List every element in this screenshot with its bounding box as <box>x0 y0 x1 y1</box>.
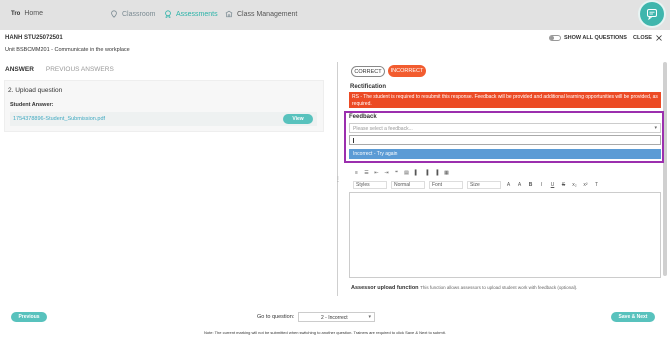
nav-home[interactable]: Tro Home <box>11 10 43 17</box>
show-all-toggle[interactable] <box>549 35 561 41</box>
nav-classroom[interactable]: Classroom <box>110 10 155 18</box>
text-color-icon[interactable]: A <box>505 182 512 188</box>
footer-note: Note: The current marking will not be su… <box>204 330 446 335</box>
close-icon <box>656 35 662 41</box>
text-cursor <box>353 138 354 143</box>
bold-icon[interactable]: B <box>527 182 534 188</box>
correct-button[interactable]: CORRECT <box>351 66 385 77</box>
feedback-search-input[interactable] <box>349 135 661 145</box>
rectification-label: Rectification <box>350 84 387 90</box>
chat-icon <box>647 9 657 20</box>
nav-assessments-label: Assessments <box>176 10 218 18</box>
drag-handle-icon[interactable]: ⋮ <box>335 176 341 183</box>
brand-logo: Tro <box>11 10 21 17</box>
outdent-icon[interactable]: ⇤ <box>373 170 380 176</box>
chat-button[interactable] <box>640 2 664 26</box>
italic-icon[interactable]: I <box>538 182 545 188</box>
feedback-editor[interactable] <box>349 192 661 278</box>
rectification-alert: RS - The student is required to resubmit… <box>349 92 661 108</box>
superscript-icon[interactable]: x² <box>582 182 589 188</box>
feedback-option[interactable]: Incorrect - Try again <box>349 149 661 159</box>
background-color-icon[interactable]: A <box>516 182 523 188</box>
nav-class-management[interactable]: Class Management <box>225 10 297 18</box>
assessor-upload: Assessor upload function This function a… <box>351 285 577 291</box>
align-center-icon[interactable]: ▐ <box>423 170 430 176</box>
font-dropdown[interactable]: Font <box>429 181 463 189</box>
student-answer-label: Student Answer: <box>10 102 54 108</box>
assessor-desc: This function allows assessors to upload… <box>420 285 578 290</box>
footer <box>0 300 670 344</box>
view-button[interactable]: View <box>283 114 313 124</box>
tab-answer[interactable]: ANSWER <box>5 66 34 73</box>
format-label: Normal <box>394 182 411 188</box>
align-right-icon[interactable]: ▐ <box>433 170 440 176</box>
nav-assessments[interactable]: Assessments <box>164 10 218 18</box>
remove-format-icon[interactable]: T <box>593 182 600 188</box>
answer-tabs: ANSWER PREVIOUS ANSWERS <box>5 66 114 73</box>
save-next-button[interactable]: Save & Next <box>611 312 655 322</box>
feedback-label: Feedback <box>349 114 377 120</box>
tab-previous-answers[interactable]: PREVIOUS ANSWERS <box>46 66 114 73</box>
nav-classroom-label: Classroom <box>122 10 156 18</box>
size-dropdown[interactable]: Size <box>467 181 501 189</box>
previous-button[interactable]: Previous <box>11 312 47 322</box>
div-container-icon[interactable]: ▤ <box>403 170 410 176</box>
location-pin-icon <box>111 10 117 18</box>
top-nav-bar <box>0 0 670 30</box>
chevron-down-icon: ▾ <box>654 125 657 131</box>
align-justify-icon[interactable]: ▦ <box>443 170 450 176</box>
nav-class-management-label: Class Management <box>237 10 298 18</box>
unit-title: Unit BSBCMM201 - Communicate in the work… <box>5 47 130 53</box>
font-label: Font <box>432 182 443 188</box>
school-icon <box>225 10 233 18</box>
bulleted-list-icon[interactable]: ☰ <box>363 170 370 176</box>
show-all-label: SHOW ALL QUESTIONS <box>564 35 627 41</box>
styles-dropdown[interactable]: Styles <box>353 181 387 189</box>
close-button[interactable]: CLOSE <box>633 35 662 41</box>
styles-label: Styles <box>356 182 370 188</box>
subscript-icon[interactable]: x₂ <box>571 182 578 188</box>
editor-toolbar-row1: ≡ ☰ ⇤ ⇥ ❝ ▤ ▌ ▐ ▐ ▦ <box>349 168 661 177</box>
submission-file-link[interactable]: 1754378896-Student_Submission.pdf <box>13 116 105 122</box>
goto-question-select[interactable]: 2 - Incorrect ▾ <box>298 312 375 322</box>
goto-label: Go to question: <box>257 314 295 320</box>
underline-icon[interactable]: U <box>549 182 556 188</box>
editor-toolbar-row2: Styles Normal Font Size A A B I U S x₂ x… <box>349 180 661 190</box>
close-label: CLOSE <box>633 35 652 41</box>
strikethrough-icon[interactable]: S <box>560 182 567 188</box>
size-label: Size <box>470 182 480 188</box>
question-title: 2. Upload question <box>8 87 63 94</box>
overlay-dim <box>0 0 670 30</box>
blockquote-icon[interactable]: ❝ <box>393 170 400 176</box>
indent-icon[interactable]: ⇥ <box>383 170 390 176</box>
feedback-placeholder: Please select a feedback... <box>353 126 413 132</box>
format-dropdown[interactable]: Normal <box>391 181 425 189</box>
incorrect-button[interactable]: INCORRECT <box>388 65 426 77</box>
student-name: HANH STU25072501 <box>5 35 63 41</box>
goto-value: 2 - Incorrect <box>321 315 348 321</box>
assessor-title: Assessor upload function <box>351 285 419 291</box>
scrollbar[interactable] <box>663 62 667 276</box>
feedback-select[interactable]: Please select a feedback... ▾ <box>349 123 661 133</box>
numbered-list-icon[interactable]: ≡ <box>353 170 360 176</box>
badge-icon <box>165 10 171 18</box>
align-left-icon[interactable]: ▌ <box>413 170 420 176</box>
chevron-down-icon: ▾ <box>368 314 371 320</box>
nav-home-label: Home <box>24 10 44 17</box>
